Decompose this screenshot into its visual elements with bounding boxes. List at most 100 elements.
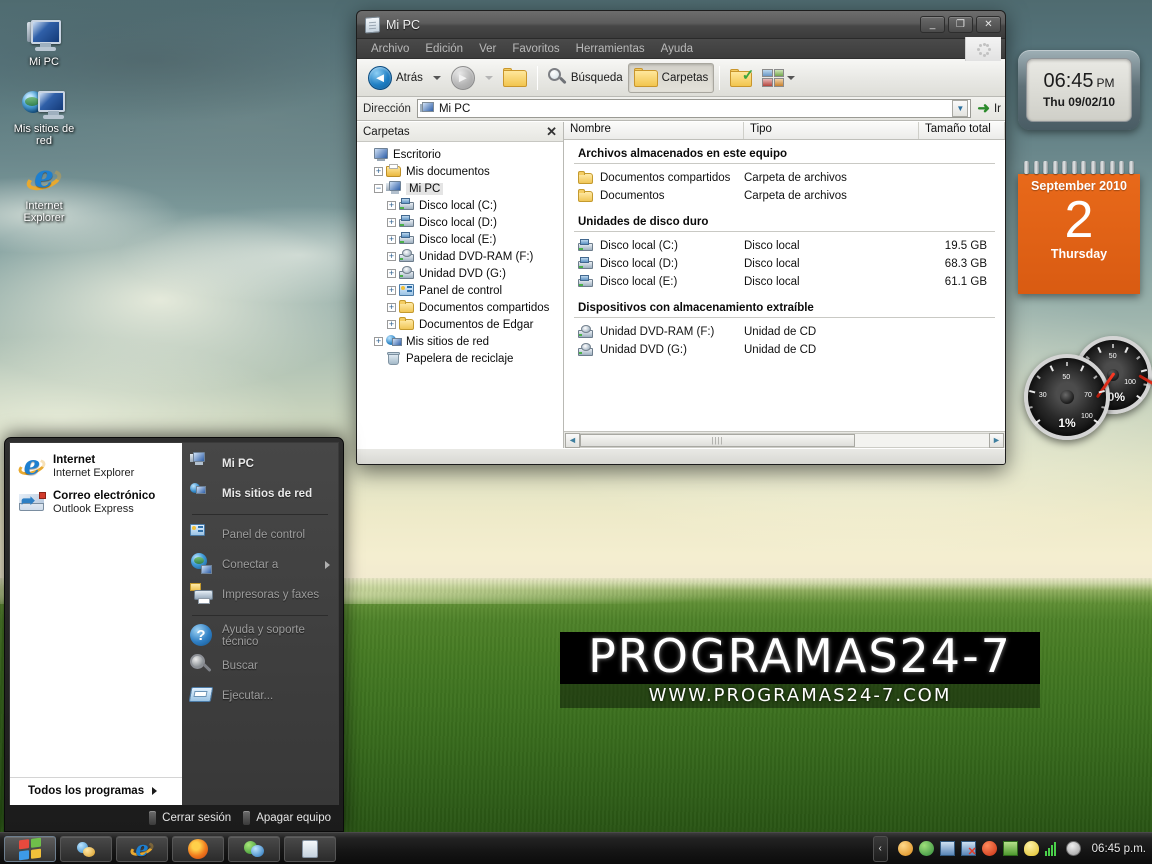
tree-node-disco-local-e[interactable]: + Disco local (E:) — [361, 231, 563, 248]
signal-icon[interactable] — [1044, 841, 1060, 856]
my-computer-button[interactable] — [284, 835, 336, 862]
start-menu-item-buscar[interactable]: Buscar — [182, 651, 338, 681]
calendar-gadget[interactable]: September 2010 2 Thursday — [1018, 161, 1140, 294]
expand-icon[interactable]: + — [387, 303, 396, 312]
scroll-right-button[interactable]: ► — [989, 432, 1004, 448]
start-menu-item-ejecutar[interactable]: Ejecutar... — [182, 681, 338, 711]
start-menu[interactable]: e Internet Internet Explorer ➦ Correo el… — [4, 437, 344, 832]
internet-explorer-button[interactable]: e — [116, 835, 168, 862]
tray-expand-button[interactable]: ‹ — [872, 835, 888, 862]
views-button[interactable] — [757, 63, 805, 93]
tree-node-mis-documentos[interactable]: + Mis documentos — [361, 163, 563, 180]
tree-node-documentos-compartidos[interactable]: + Documentos compartidos — [361, 299, 563, 316]
update-icon[interactable] — [981, 841, 997, 856]
mega-icon[interactable] — [897, 841, 913, 856]
window-toolbar[interactable]: ◄ Atrás ► Búsqueda Carpetas ✓ — [357, 59, 1005, 97]
gauges-gadget[interactable]: 20% 50 100 1% 30 50 70 100 — [1008, 336, 1152, 440]
file-list-pane[interactable]: Nombre Tipo Tamaño total Archivos almace… — [564, 122, 1005, 448]
address-dropdown-icon[interactable]: ▼ — [952, 100, 969, 117]
table-row[interactable]: Disco local (D:) Disco local 68.3 GB — [564, 255, 1005, 273]
scrollbar-track[interactable]: |||| — [580, 432, 989, 448]
expand-icon[interactable]: + — [387, 201, 396, 210]
expand-icon[interactable]: + — [387, 269, 396, 278]
start-menu-item-ayuda-y-soporte-t-cnico[interactable]: ? Ayuda y soporte técnico — [182, 621, 338, 651]
download-manager-button[interactable] — [228, 835, 280, 862]
taskbar-clock[interactable]: 06:45 p.m. — [1092, 843, 1146, 855]
tree-node-mi-pc[interactable]: − Mi PC — [361, 180, 563, 197]
folders-pane[interactable]: Carpetas ✕ Escritorio + Mis documentos − Mi … — [357, 122, 564, 448]
window-menubar[interactable]: Archivo Edición Ver Favoritos Herramient… — [357, 37, 1005, 61]
expand-icon[interactable]: + — [387, 235, 396, 244]
tree-node-escritorio[interactable]: Escritorio — [361, 146, 563, 163]
collapse-icon[interactable]: − — [374, 184, 383, 193]
expand-icon[interactable]: + — [374, 167, 383, 176]
close-icon[interactable]: ✕ — [546, 125, 557, 138]
expand-icon[interactable]: + — [374, 337, 383, 346]
table-row[interactable]: Documentos Carpeta de archivos — [564, 187, 1005, 205]
scroll-left-button[interactable]: ◄ — [565, 432, 580, 448]
desktop-icon-mis-sitios-de-red[interactable]: Mis sitios de red — [6, 75, 82, 147]
column-header-nombre[interactable]: Nombre — [564, 122, 744, 139]
network-activity-icon[interactable] — [939, 841, 955, 856]
network-disconnected-icon[interactable]: ✕ — [960, 841, 977, 858]
expand-icon[interactable]: + — [387, 320, 396, 329]
tree-node-panel-de-control[interactable]: + Panel de control — [361, 282, 563, 299]
desktop-icon-internet-explorer[interactable]: e Internet Explorer — [6, 152, 82, 225]
messenger-button[interactable] — [60, 835, 112, 862]
start-menu-item-impresoras-y-faxes[interactable]: Impresoras y faxes — [182, 580, 338, 610]
views-dropdown-icon[interactable] — [787, 75, 796, 80]
close-button[interactable]: ✕ — [976, 16, 1001, 33]
desktop-icon-mi-pc[interactable]: Mi PC — [6, 8, 82, 68]
table-row[interactable]: Unidad DVD (G:) Unidad de CD — [564, 341, 1005, 359]
tree-node-disco-local-c[interactable]: + Disco local (C:) — [361, 197, 563, 214]
expand-icon[interactable]: + — [387, 286, 396, 295]
up-button[interactable] — [498, 63, 532, 93]
menu-item-ayuda[interactable]: Ayuda — [653, 43, 701, 55]
menu-item-archivo[interactable]: Archivo — [363, 43, 417, 55]
start-menu-item-panel-de-control[interactable]: Panel de control — [182, 520, 338, 550]
start-menu-item-conectar-a[interactable]: Conectar a — [182, 550, 338, 580]
table-row[interactable]: Disco local (E:) Disco local 61.1 GB — [564, 273, 1005, 291]
start-menu-item-mis-sitios-de-red[interactable]: Mis sitios de red — [182, 479, 338, 509]
column-header-tipo[interactable]: Tipo — [744, 122, 919, 139]
lightbulb-icon[interactable] — [1023, 841, 1039, 856]
menu-item-herramientas[interactable]: Herramientas — [568, 43, 653, 55]
search-button[interactable]: Búsqueda — [543, 63, 628, 93]
folders-button[interactable]: Carpetas — [627, 62, 715, 93]
maximize-button[interactable]: ❐ — [948, 16, 973, 33]
expand-icon[interactable]: + — [387, 218, 396, 227]
column-header-tamano-total[interactable]: Tamaño total — [919, 122, 1005, 139]
back-dropdown-icon[interactable] — [432, 75, 441, 80]
table-row[interactable]: Disco local (C:) Disco local 19.5 GB — [564, 237, 1005, 255]
app-icon[interactable] — [1002, 841, 1018, 856]
start-menu-item-internet[interactable]: e Internet Internet Explorer — [10, 449, 182, 485]
table-row[interactable]: Documentos compartidos Carpeta de archivo… — [564, 169, 1005, 187]
logoff-button[interactable]: Cerrar sesión — [149, 811, 231, 825]
address-bar[interactable]: Dirección Mi PC ▼ ➜ Ir — [357, 97, 1005, 121]
scrollbar-thumb[interactable]: |||| — [580, 433, 855, 447]
file-list-header[interactable]: Nombre Tipo Tamaño total — [564, 122, 1005, 140]
tree-node-papelera-de-reciclaje[interactable]: Papelera de reciclaje — [361, 350, 563, 367]
shutdown-button[interactable]: Apagar equipo — [243, 811, 331, 825]
table-row[interactable]: Unidad DVD-RAM (F:) Unidad de CD — [564, 323, 1005, 341]
taskbar[interactable]: e ‹ ✕ 06:45 p.m. — [0, 832, 1152, 864]
go-button[interactable]: ➜ Ir — [977, 101, 1001, 116]
menu-item-edicion[interactable]: Edición — [417, 43, 471, 55]
tree-node-unidad-dvd-g[interactable]: + Unidad DVD (G:) — [361, 265, 563, 282]
all-programs-button[interactable]: Todos los programas — [10, 777, 182, 805]
minimize-button[interactable]: _ — [920, 16, 945, 33]
tree-node-disco-local-d[interactable]: + Disco local (D:) — [361, 214, 563, 231]
start-button[interactable] — [4, 835, 56, 862]
messenger-icon[interactable] — [918, 841, 934, 856]
start-menu-item-correo-electronico[interactable]: ➦ Correo electrónico Outlook Express — [10, 485, 182, 521]
back-button[interactable]: ◄ Atrás — [363, 63, 428, 93]
expand-icon[interactable]: + — [387, 252, 396, 261]
firefox-button[interactable] — [172, 835, 224, 862]
address-input[interactable]: Mi PC ▼ — [416, 99, 972, 118]
start-menu-right-column[interactable]: Mi PC Mis sitios de red Panel de control Co… — [182, 443, 338, 805]
system-tray[interactable]: ‹ ✕ 06:45 p.m. — [872, 833, 1152, 864]
window-titlebar[interactable]: Mi PC _ ❐ ✕ — [357, 11, 1005, 39]
folders-tree[interactable]: Escritorio + Mis documentos − Mi PC + Disco lo… — [357, 142, 563, 448]
tree-node-mis-sitios-de-red[interactable]: + Mis sitios de red — [361, 333, 563, 350]
start-menu-item-mi-pc[interactable]: Mi PC — [182, 449, 338, 479]
